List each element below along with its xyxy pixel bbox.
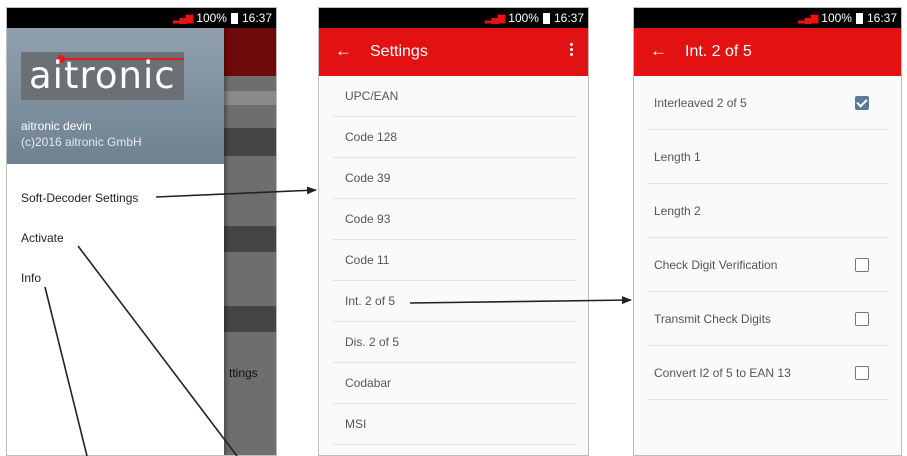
- battery-percent: 100%: [196, 11, 227, 25]
- signal-icon: ▂▄▆: [484, 12, 505, 24]
- list-item-code-11[interactable]: Code 11: [333, 240, 576, 281]
- signal-icon: ▂▄▆: [797, 12, 818, 24]
- option-interleaved-2-of-5[interactable]: Interleaved 2 of 5: [648, 76, 889, 130]
- phone-screen-drawer: ▂▄▆ 100% 16:37 ttings aitronic aitronic …: [6, 7, 277, 456]
- drawer-header: aitronic aitronic devin (c)2016 aitronic…: [7, 28, 224, 164]
- option-length-2[interactable]: Length 2: [648, 184, 889, 238]
- list-item-code-128[interactable]: Code 128: [333, 117, 576, 158]
- page-title: Settings: [370, 43, 428, 60]
- account-name: aitronic devin: [21, 119, 92, 133]
- option-label: Check Digit Verification: [654, 257, 778, 272]
- option-label: Transmit Check Digits: [654, 311, 771, 326]
- option-label: Length 1: [654, 149, 701, 164]
- clock: 16:37: [241, 11, 272, 25]
- option-label: Convert I2 of 5 to EAN 13: [654, 365, 791, 380]
- list-item-code-93[interactable]: Code 93: [333, 199, 576, 240]
- option-check-digit-verification[interactable]: Check Digit Verification: [648, 238, 889, 292]
- option-label: Length 2: [654, 203, 701, 218]
- list-item-code-39[interactable]: Code 39: [333, 158, 576, 199]
- drawer-item-info[interactable]: Info: [21, 271, 41, 285]
- status-bar: ▂▄▆ 100% 16:37: [319, 8, 588, 28]
- back-arrow-icon[interactable]: ←: [335, 41, 352, 61]
- battery-percent: 100%: [821, 11, 852, 25]
- back-arrow-icon[interactable]: ←: [650, 41, 667, 61]
- drawer-item-soft-decoder-settings[interactable]: Soft-Decoder Settings: [21, 191, 138, 205]
- background-partial-text: ttings: [229, 366, 258, 380]
- overflow-menu-icon[interactable]: [570, 43, 574, 58]
- option-transmit-check-digits[interactable]: Transmit Check Digits: [648, 292, 889, 346]
- battery-percent: 100%: [508, 11, 539, 25]
- account-copyright: (c)2016 aitronic GmbH: [21, 135, 142, 149]
- navigation-drawer: aitronic aitronic devin (c)2016 aitronic…: [7, 28, 224, 455]
- status-bar: ▂▄▆ 100% 16:37: [7, 8, 276, 28]
- checkbox-convert-i2of5-to-ean13[interactable]: [855, 365, 869, 380]
- list-item-dis-2-of-5[interactable]: Dis. 2 of 5: [333, 322, 576, 363]
- battery-icon: [230, 12, 238, 24]
- app-bar: ← Int. 2 of 5: [634, 28, 901, 76]
- status-bar: ▂▄▆ 100% 16:37: [634, 8, 901, 28]
- checkbox-interleaved-2-of-5[interactable]: [855, 95, 869, 110]
- option-convert-i2of5-to-ean13[interactable]: Convert I2 of 5 to EAN 13: [648, 346, 889, 400]
- phone-screen-int-2-of-5: ▂▄▆ 100% 16:37 ← Int. 2 of 5 Interleaved…: [633, 7, 902, 456]
- checkbox-check-digit-verification[interactable]: [855, 257, 869, 272]
- battery-icon: [542, 12, 550, 24]
- phone-screen-settings: ▂▄▆ 100% 16:37 ← Settings UPC/EAN Code 1…: [318, 7, 589, 456]
- list-item-codabar[interactable]: Codabar: [333, 363, 576, 404]
- app-bar: ← Settings: [319, 28, 588, 76]
- option-list: Interleaved 2 of 5 Length 1 Length 2 Che…: [634, 76, 901, 455]
- clock: 16:37: [866, 11, 897, 25]
- option-label: Interleaved 2 of 5: [654, 95, 747, 110]
- list-item-upc-ean[interactable]: UPC/EAN: [333, 76, 576, 117]
- battery-icon: [855, 12, 863, 24]
- checkbox-transmit-check-digits[interactable]: [855, 311, 869, 326]
- aitronic-logo: aitronic: [21, 52, 184, 100]
- settings-list: UPC/EAN Code 128 Code 39 Code 93 Code 11…: [319, 76, 588, 455]
- logo-text: aitronic: [29, 54, 176, 97]
- list-item-msi[interactable]: MSI: [333, 404, 576, 445]
- list-item-int-2-of-5[interactable]: Int. 2 of 5: [333, 281, 576, 322]
- signal-icon: ▂▄▆: [172, 12, 193, 24]
- clock: 16:37: [553, 11, 584, 25]
- page-title: Int. 2 of 5: [685, 43, 752, 60]
- drawer-item-activate[interactable]: Activate: [21, 231, 64, 245]
- option-length-1[interactable]: Length 1: [648, 130, 889, 184]
